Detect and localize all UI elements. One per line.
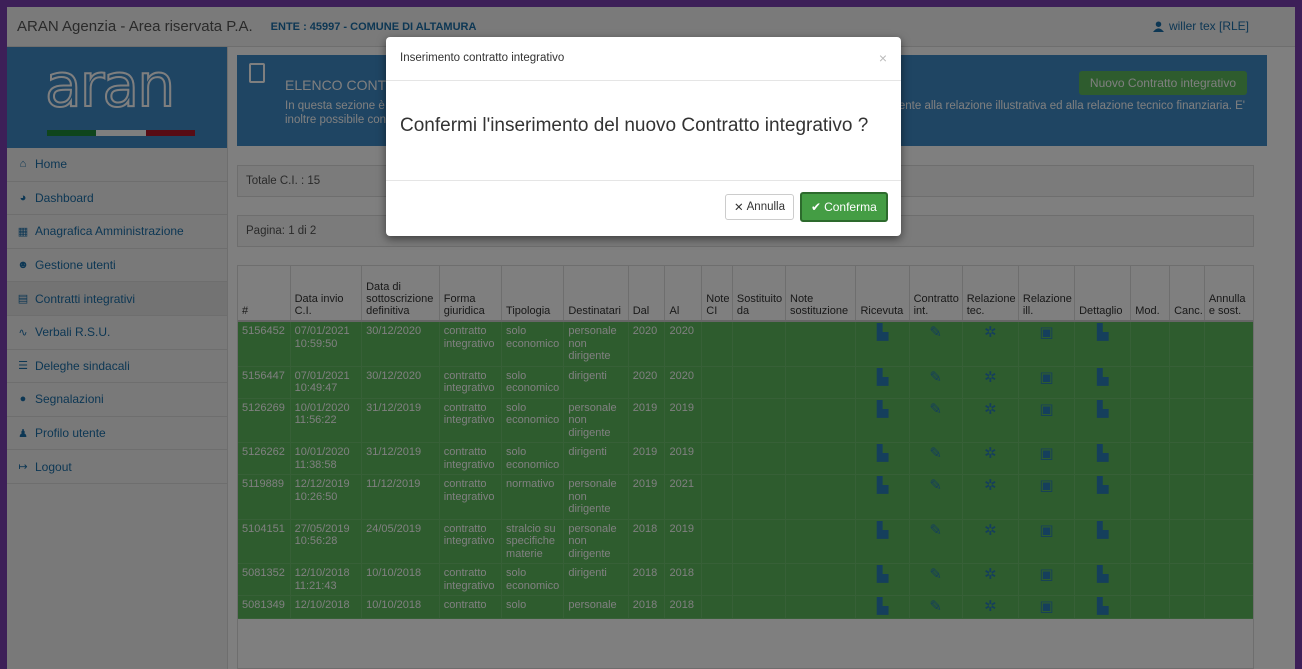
modal-body: Confermi l'inserimento del nuovo Contrat… bbox=[386, 81, 901, 180]
cancel-button[interactable]: ✕ Annulla bbox=[725, 194, 795, 220]
close-icon: ✕ bbox=[734, 202, 744, 214]
cancel-label: Annulla bbox=[746, 201, 786, 213]
modal-message: Confermi l'inserimento del nuovo Contrat… bbox=[400, 115, 869, 136]
modal-title: Inserimento contratto integrativo bbox=[400, 52, 565, 64]
modal-header: Inserimento contratto integrativo × bbox=[386, 37, 901, 81]
confirm-button[interactable]: ✔ Conferma bbox=[800, 192, 888, 222]
confirm-label: Conferma bbox=[824, 200, 877, 214]
confirm-modal: Inserimento contratto integrativo × Conf… bbox=[386, 37, 901, 236]
modal-footer: ✕ Annulla ✔ Conferma bbox=[386, 180, 901, 236]
close-icon[interactable]: × bbox=[879, 50, 887, 66]
check-icon: ✔ bbox=[811, 200, 822, 214]
